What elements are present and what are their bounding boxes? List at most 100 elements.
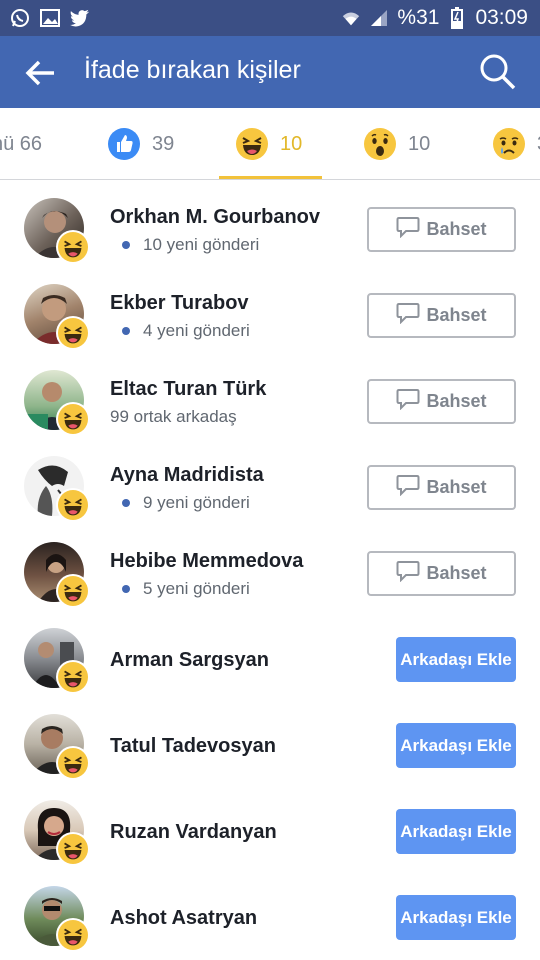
image-icon <box>40 8 60 28</box>
message-icon <box>396 560 420 587</box>
battery-percent: %31 <box>397 6 440 29</box>
wow-icon <box>364 128 396 160</box>
status-time: 03:09 <box>475 6 528 29</box>
tab-sad[interactable]: 3 <box>493 108 540 180</box>
wifi-icon <box>341 8 361 28</box>
add-friend-button[interactable]: Arkadaşı Ekle <box>396 723 516 768</box>
active-tab-indicator <box>219 176 322 179</box>
subtitle-text: 99 ortak arkadaş <box>110 407 237 426</box>
person-name[interactable]: Orkhan M. Gourbanov <box>110 206 320 229</box>
message-button[interactable]: Bahset <box>367 293 516 338</box>
list-item[interactable]: Eltac Turan Türk 99 ortak arkadaş Bahset <box>0 353 540 439</box>
person-name[interactable]: Ayna Madridista <box>110 464 264 487</box>
person-subtitle: 10 yeni gönderi <box>110 235 259 255</box>
like-icon <box>108 128 140 160</box>
search-button[interactable] <box>478 52 518 92</box>
new-post-dot <box>122 585 130 593</box>
avatar[interactable] <box>24 714 90 780</box>
page-title: İfade bırakan kişiler <box>84 56 301 84</box>
person-name[interactable]: Arman Sargsyan <box>110 649 269 672</box>
list-item[interactable]: Orkhan M. Gourbanov 10 yeni gönderi Bahs… <box>0 181 540 267</box>
tab-haha[interactable]: 10 <box>236 108 302 180</box>
message-button-label: Bahset <box>426 391 487 411</box>
add-friend-button-label: Arkadaşı Ekle <box>400 735 512 755</box>
tab-like[interactable]: 39 <box>108 108 174 180</box>
list-item[interactable]: Ekber Turabov 4 yeni gönderi Bahset <box>0 267 540 353</box>
list-item[interactable]: Ayna Madridista 9 yeni gönderi Bahset <box>0 439 540 525</box>
haha-icon <box>236 128 268 160</box>
message-icon <box>396 388 420 415</box>
person-name[interactable]: Ashot Asatryan <box>110 907 257 930</box>
signal-icon <box>369 8 389 28</box>
new-post-dot <box>122 327 130 335</box>
status-bar: %31 03:09 <box>0 0 540 36</box>
message-button[interactable]: Bahset <box>367 379 516 424</box>
haha-icon <box>56 402 90 436</box>
tab-like-count: 39 <box>152 132 175 155</box>
search-icon <box>478 54 518 96</box>
add-friend-button-label: Arkadaşı Ekle <box>400 821 512 841</box>
avatar[interactable] <box>24 628 90 694</box>
haha-icon <box>56 660 90 694</box>
list-item[interactable]: Tatul Tadevosyan Arkadaşı Ekle <box>0 697 540 783</box>
back-arrow-icon <box>24 60 58 94</box>
add-friend-button-label: Arkadaşı Ekle <box>400 907 512 927</box>
twitter-icon <box>70 8 90 28</box>
person-subtitle: 9 yeni gönderi <box>110 493 250 513</box>
person-name[interactable]: Eltac Turan Türk <box>110 378 266 401</box>
message-button-label: Bahset <box>426 305 487 325</box>
avatar[interactable] <box>24 542 90 608</box>
list-item[interactable]: Arman Sargsyan Arkadaşı Ekle <box>0 611 540 697</box>
haha-icon <box>56 746 90 780</box>
message-icon <box>396 216 420 243</box>
haha-icon <box>56 918 90 952</box>
whatsapp-icon <box>10 8 30 28</box>
tab-haha-count: 10 <box>280 132 303 155</box>
haha-icon <box>56 316 90 350</box>
message-button[interactable]: Bahset <box>367 551 516 596</box>
message-button-label: Bahset <box>426 219 487 239</box>
avatar[interactable] <box>24 284 90 350</box>
list-item[interactable]: Hebibe Memmedova 5 yeni gönderi Bahset <box>0 525 540 611</box>
message-icon <box>396 302 420 329</box>
person-name[interactable]: Tatul Tadevosyan <box>110 735 276 758</box>
add-friend-button[interactable]: Arkadaşı Ekle <box>396 895 516 940</box>
person-name[interactable]: Ruzan Vardanyan <box>110 821 277 844</box>
add-friend-button-label: Arkadaşı Ekle <box>400 649 512 669</box>
avatar[interactable] <box>24 198 90 264</box>
sad-icon <box>493 128 525 160</box>
message-button-label: Bahset <box>426 477 487 497</box>
new-post-dot <box>122 241 130 249</box>
haha-icon <box>56 230 90 264</box>
avatar[interactable] <box>24 370 90 436</box>
battery-icon <box>447 7 467 29</box>
subtitle-text: 10 yeni gönderi <box>143 235 260 254</box>
message-button[interactable]: Bahset <box>367 207 516 252</box>
tab-all-label: nü 66 <box>0 132 43 155</box>
subtitle-text: 4 yeni gönderi <box>143 321 250 340</box>
haha-icon <box>56 574 90 608</box>
list-item[interactable]: Ruzan Vardanyan Arkadaşı Ekle <box>0 783 540 869</box>
new-post-dot <box>122 499 130 507</box>
person-subtitle: 5 yeni gönderi <box>110 579 250 599</box>
list-item[interactable]: Ashot Asatryan Arkadaşı Ekle <box>0 869 540 955</box>
avatar[interactable] <box>24 800 90 866</box>
back-button[interactable] <box>24 56 58 90</box>
message-icon <box>396 474 420 501</box>
avatar[interactable] <box>24 886 90 952</box>
app-bar: İfade bırakan kişiler <box>0 36 540 108</box>
person-subtitle: 4 yeni gönderi <box>110 321 250 341</box>
tab-all[interactable]: nü 66 <box>0 108 42 180</box>
person-subtitle: 99 ortak arkadaş <box>110 407 237 427</box>
add-friend-button[interactable]: Arkadaşı Ekle <box>396 809 516 854</box>
subtitle-text: 9 yeni gönderi <box>143 493 250 512</box>
haha-icon <box>56 832 90 866</box>
message-button[interactable]: Bahset <box>367 465 516 510</box>
person-name[interactable]: Hebibe Memmedova <box>110 550 303 573</box>
reaction-tabs: nü 66 39 10 10 3 <box>0 108 540 180</box>
subtitle-text: 5 yeni gönderi <box>143 579 250 598</box>
tab-wow[interactable]: 10 <box>364 108 430 180</box>
person-name[interactable]: Ekber Turabov <box>110 292 249 315</box>
add-friend-button[interactable]: Arkadaşı Ekle <box>396 637 516 682</box>
avatar[interactable] <box>24 456 90 522</box>
